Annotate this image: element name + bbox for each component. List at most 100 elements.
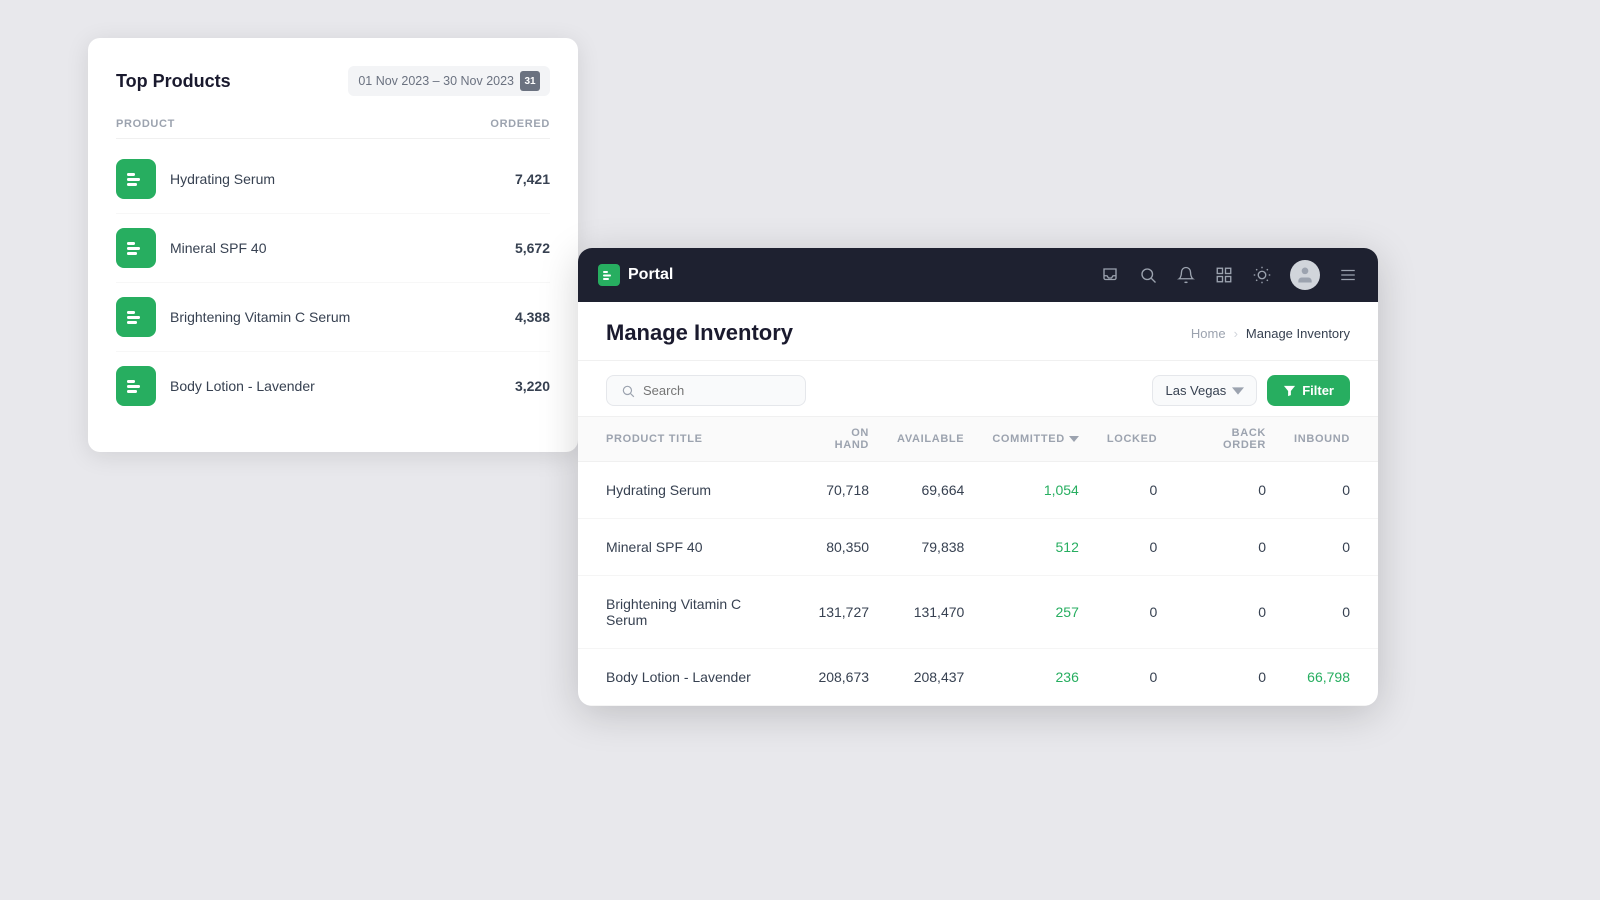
locked-cell: 0	[1107, 649, 1185, 706]
product-col-header: PRODUCT	[116, 118, 175, 130]
breadcrumb-separator: ›	[1234, 326, 1238, 341]
product-svg-icon	[125, 375, 147, 397]
product-title-cell: Hydrating Serum	[578, 462, 813, 519]
top-products-list: Hydrating Serum 7,421 Mineral SPF 40 5,6…	[116, 145, 550, 420]
avatar[interactable]	[1290, 260, 1320, 290]
filter-label: Filter	[1302, 383, 1334, 398]
back-order-cell: 0	[1185, 462, 1294, 519]
table-header-row: PRODUCT TITLE ON HAND AVAILABLE COMMITTE…	[578, 417, 1378, 462]
on-hand-cell: 80,350	[813, 519, 897, 576]
committed-cell: 236	[992, 649, 1107, 706]
ordered-value: 7,421	[515, 171, 550, 187]
on-hand-cell: 131,727	[813, 576, 897, 649]
portal-logo-text: Portal	[628, 266, 673, 284]
product-svg-icon	[125, 306, 147, 328]
inbound-cell: 66,798	[1294, 649, 1378, 706]
chevron-down-icon	[1232, 385, 1244, 397]
product-svg-icon	[125, 237, 147, 259]
col-inbound: INBOUND	[1294, 417, 1378, 462]
inbound-cell: 0	[1294, 519, 1378, 576]
product-title-cell: Body Lotion - Lavender	[578, 649, 813, 706]
top-products-title: Top Products	[116, 71, 231, 92]
product-row-left: Mineral SPF 40	[116, 228, 266, 268]
table-row: Body Lotion - Lavender 208,673 208,437 2…	[578, 649, 1378, 706]
bell-icon[interactable]	[1176, 265, 1196, 285]
committed-cell: 512	[992, 519, 1107, 576]
locked-cell: 0	[1107, 576, 1185, 649]
ordered-value: 3,220	[515, 378, 550, 394]
on-hand-cell: 70,718	[813, 462, 897, 519]
available-cell: 208,437	[897, 649, 992, 706]
table-row: Mineral SPF 40 80,350 79,838 512 0 0 0	[578, 519, 1378, 576]
col-back-order: BACK ORDER	[1185, 417, 1294, 462]
hamburger-icon[interactable]	[1338, 265, 1358, 285]
filter-icon	[1283, 384, 1296, 397]
inventory-table-body: Hydrating Serum 70,718 69,664 1,054 0 0 …	[578, 462, 1378, 706]
list-item: Brightening Vitamin C Serum 4,388	[116, 283, 550, 352]
product-row-left: Hydrating Serum	[116, 159, 275, 199]
list-item: Hydrating Serum 7,421	[116, 145, 550, 214]
product-row-left: Brightening Vitamin C Serum	[116, 297, 350, 337]
inbox-icon[interactable]	[1100, 265, 1120, 285]
search-input[interactable]	[643, 383, 791, 398]
back-order-cell: 0	[1185, 519, 1294, 576]
breadcrumb-current: Manage Inventory	[1246, 326, 1350, 341]
back-order-cell: 0	[1185, 649, 1294, 706]
product-title-cell: Brightening Vitamin C Serum	[578, 576, 813, 649]
breadcrumb-home[interactable]: Home	[1191, 326, 1226, 341]
col-locked: LOCKED	[1107, 417, 1185, 462]
portal-logo: Portal	[598, 264, 673, 286]
back-order-cell: 0	[1185, 576, 1294, 649]
portal-logo-icon	[598, 264, 620, 286]
committed-cell: 1,054	[992, 462, 1107, 519]
product-name: Brightening Vitamin C Serum	[170, 309, 350, 325]
table-row: Brightening Vitamin C Serum 131,727 131,…	[578, 576, 1378, 649]
breadcrumb: Home › Manage Inventory	[1191, 326, 1350, 341]
portal-topbar-icons	[1100, 260, 1358, 290]
product-title-cell: Mineral SPF 40	[578, 519, 813, 576]
search-box[interactable]	[606, 375, 806, 406]
inventory-table: PRODUCT TITLE ON HAND AVAILABLE COMMITTE…	[578, 416, 1378, 706]
calendar-icon: 31	[520, 71, 540, 91]
location-select[interactable]: Las Vegas	[1152, 375, 1257, 406]
ordered-value: 4,388	[515, 309, 550, 325]
list-item: Mineral SPF 40 5,672	[116, 214, 550, 283]
product-name: Body Lotion - Lavender	[170, 378, 315, 394]
product-name: Hydrating Serum	[170, 171, 275, 187]
top-products-columns: PRODUCT ORDERED	[116, 118, 550, 139]
location-text: Las Vegas	[1165, 383, 1226, 398]
col-committed[interactable]: COMMITTED	[992, 417, 1107, 462]
on-hand-cell: 208,673	[813, 649, 897, 706]
col-available: AVAILABLE	[897, 417, 992, 462]
page-title: Manage Inventory	[606, 320, 793, 346]
product-icon	[116, 297, 156, 337]
col-product-title: PRODUCT TITLE	[578, 417, 813, 462]
date-range-badge[interactable]: 01 Nov 2023 – 30 Nov 2023 31	[348, 66, 550, 96]
portal-toolbar: Las Vegas Filter	[578, 361, 1378, 416]
logo-svg-icon	[602, 268, 616, 282]
committed-cell: 257	[992, 576, 1107, 649]
top-products-header: Top Products 01 Nov 2023 – 30 Nov 2023 3…	[116, 66, 550, 96]
available-cell: 131,470	[897, 576, 992, 649]
locked-cell: 0	[1107, 519, 1185, 576]
portal-window: Portal Man	[578, 248, 1378, 706]
list-item: Body Lotion - Lavender 3,220	[116, 352, 550, 420]
inbound-cell: 0	[1294, 576, 1378, 649]
date-range-text: 01 Nov 2023 – 30 Nov 2023	[358, 74, 514, 88]
grid-icon[interactable]	[1214, 265, 1234, 285]
search-box-icon	[621, 384, 635, 398]
available-cell: 69,664	[897, 462, 992, 519]
product-name: Mineral SPF 40	[170, 240, 266, 256]
product-icon	[116, 228, 156, 268]
top-products-card: Top Products 01 Nov 2023 – 30 Nov 2023 3…	[88, 38, 578, 452]
filter-button[interactable]: Filter	[1267, 375, 1350, 406]
sun-icon[interactable]	[1252, 265, 1272, 285]
inbound-cell: 0	[1294, 462, 1378, 519]
table-row: Hydrating Serum 70,718 69,664 1,054 0 0 …	[578, 462, 1378, 519]
product-icon	[116, 366, 156, 406]
ordered-value: 5,672	[515, 240, 550, 256]
search-icon[interactable]	[1138, 265, 1158, 285]
locked-cell: 0	[1107, 462, 1185, 519]
product-svg-icon	[125, 168, 147, 190]
product-row-left: Body Lotion - Lavender	[116, 366, 315, 406]
